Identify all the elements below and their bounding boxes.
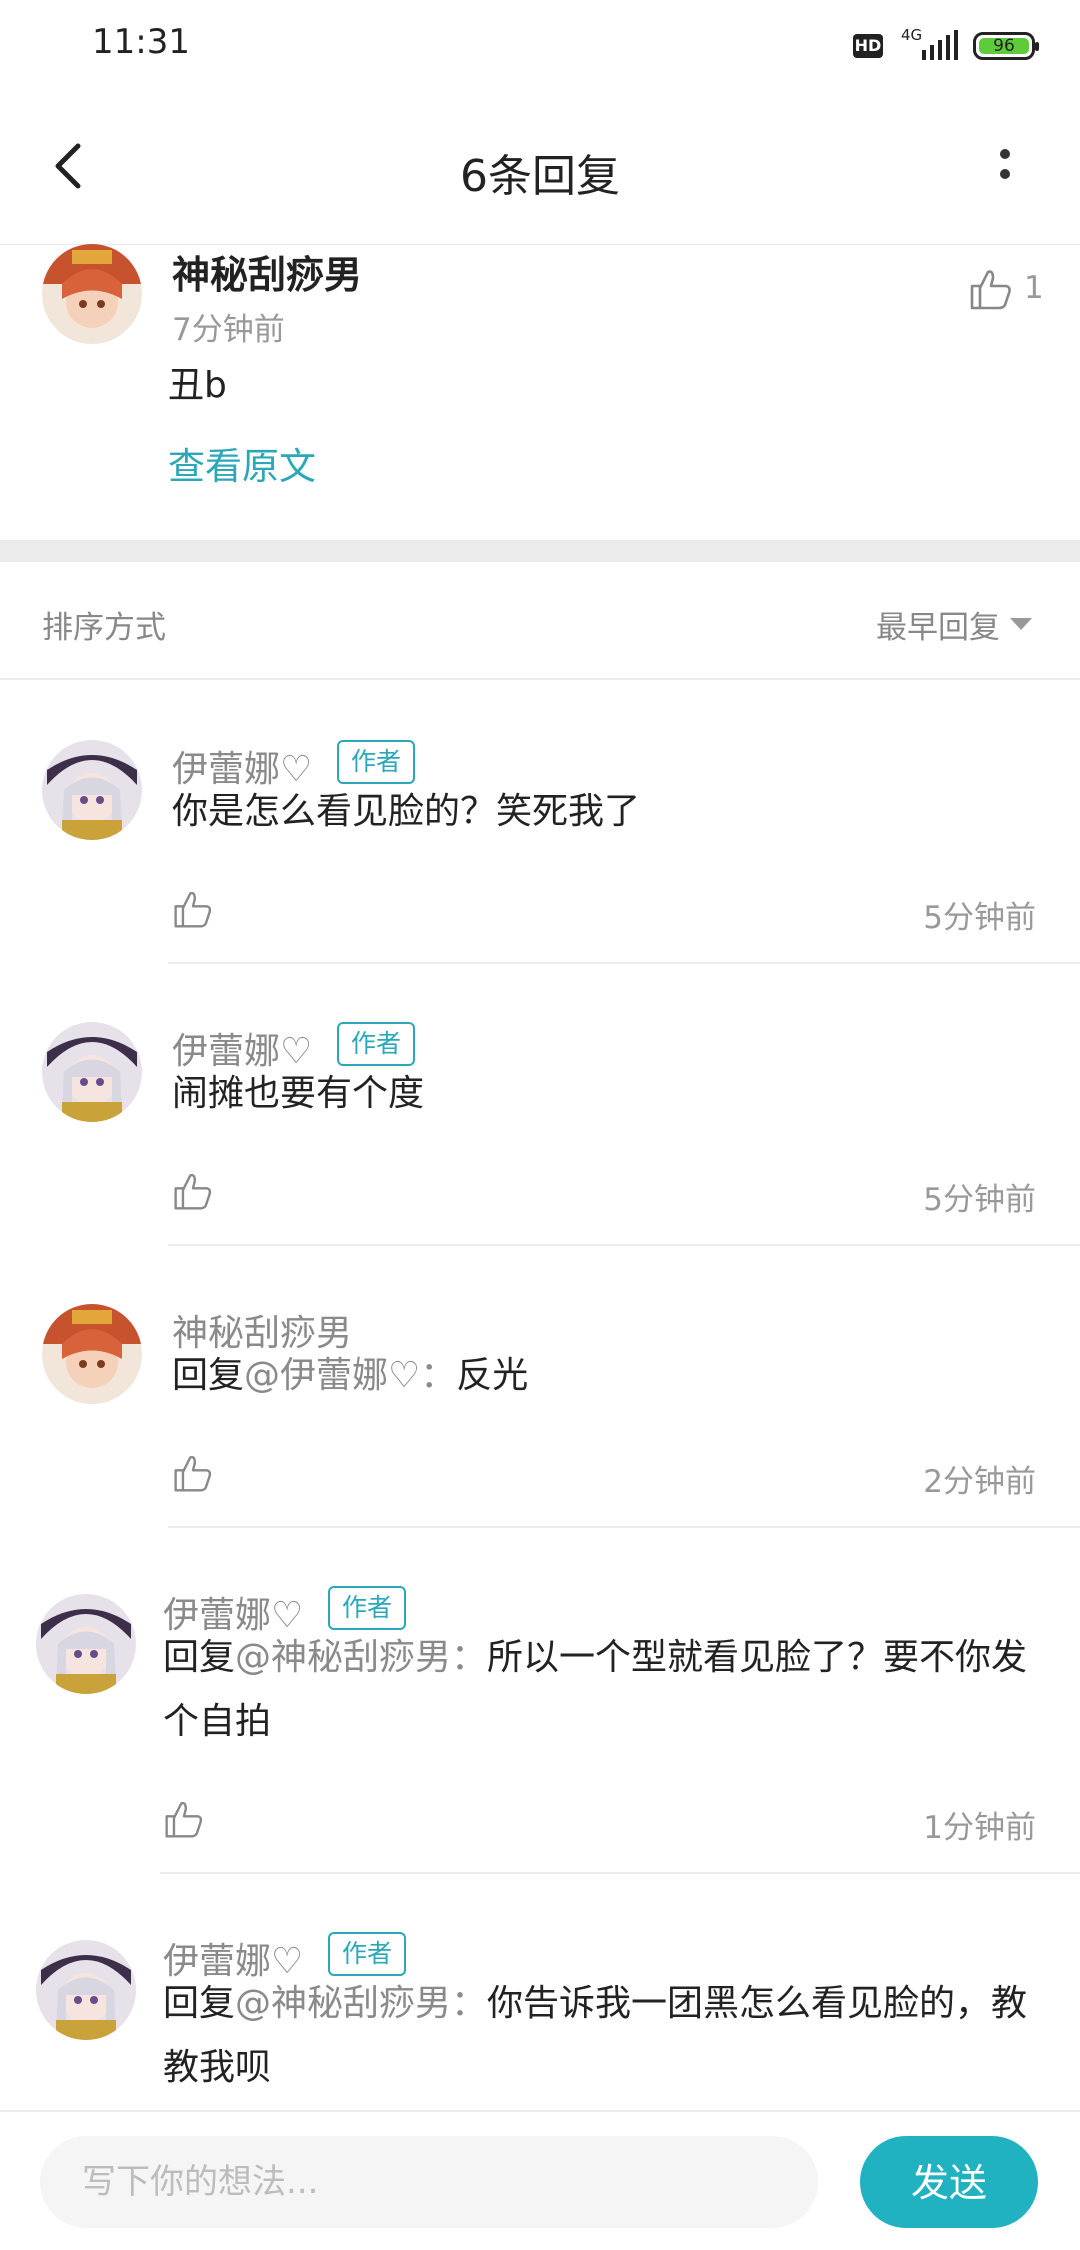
status-time: 11:31 xyxy=(92,22,190,62)
avatar-image-icon xyxy=(42,740,142,840)
hd-icon: HD xyxy=(853,34,883,58)
divider xyxy=(168,1244,1080,1246)
reply-mention[interactable]: @神秘刮痧男： xyxy=(235,1983,487,2024)
reply-time: 5分钟前 xyxy=(923,900,1036,936)
author-badge: 作者 xyxy=(328,1932,407,1976)
thumbs-up-icon[interactable] xyxy=(172,1452,214,1494)
view-original-link[interactable]: 查看原文 xyxy=(168,436,316,490)
battery-level: 96 xyxy=(979,38,1029,55)
status-bar: 11:31 HD 4G 96 xyxy=(0,0,1080,96)
reply-text: 回复@神秘刮痧男：你告诉我一团黑怎么看见脸的，教教我呗 xyxy=(163,1972,1043,2100)
thumbs-up-icon[interactable] xyxy=(172,888,214,930)
reply-time: 1分钟前 xyxy=(923,1810,1036,1846)
author-badge: 作者 xyxy=(328,1586,407,1630)
battery-icon: 96 xyxy=(973,32,1039,60)
list-item: 伊蕾娜♡ 作者 闹摊也要有个度 5分钟前 xyxy=(0,1022,1080,1246)
comment-author[interactable]: 神秘刮痧男 xyxy=(172,244,362,299)
reply-text: 你是怎么看见脸的？笑死我了 xyxy=(172,791,641,832)
reply-prefix: 回复 xyxy=(172,1355,245,1396)
avatar-image-icon xyxy=(42,1022,142,1122)
author-badge: 作者 xyxy=(337,740,416,784)
comment-input[interactable] xyxy=(40,2136,818,2228)
reply-time: 5分钟前 xyxy=(923,1182,1036,1218)
comment-input-bar: 发送 xyxy=(0,2110,1080,2250)
thumbs-up-icon[interactable] xyxy=(968,266,1014,312)
send-button[interactable]: 发送 xyxy=(860,2136,1038,2228)
original-comment: 神秘刮痧男 7分钟前 丑b 查看原文 1 xyxy=(0,244,1080,540)
reply-mention[interactable]: @伊蕾娜♡： xyxy=(244,1355,456,1396)
list-item: 伊蕾娜♡ 作者 回复@神秘刮痧男：所以一个型就看见脸了？要不你发个自拍 1分钟前 xyxy=(0,1586,1080,1876)
sort-dropdown[interactable]: 最早回复 xyxy=(876,602,1000,647)
divider xyxy=(168,1526,1080,1528)
reply-text: 闹摊也要有个度 xyxy=(172,1073,425,1114)
divider xyxy=(160,1872,1080,1874)
avatar[interactable] xyxy=(42,1022,142,1122)
avatar[interactable] xyxy=(42,740,142,840)
avatar[interactable] xyxy=(42,244,142,344)
avatar-image-icon xyxy=(42,244,142,344)
thumbs-up-icon[interactable] xyxy=(172,1170,214,1212)
author-badge: 作者 xyxy=(337,1022,416,1066)
list-item: 神秘刮痧男 回复@伊蕾娜♡：反光 2分钟前 xyxy=(0,1304,1080,1528)
like-count: 1 xyxy=(1024,270,1044,306)
avatar[interactable] xyxy=(36,1594,136,1694)
sort-label: 排序方式 xyxy=(42,610,166,646)
reply-mention[interactable]: @神秘刮痧男： xyxy=(235,1637,487,1678)
list-item: 伊蕾娜♡ 作者 你是怎么看见脸的？笑死我了 5分钟前 xyxy=(0,740,1080,964)
signal-icon xyxy=(922,30,958,60)
avatar-image-icon xyxy=(36,1940,136,2040)
caret-down-icon[interactable] xyxy=(1010,618,1032,630)
divider xyxy=(168,962,1080,964)
app-header: 6条回复 xyxy=(0,96,1080,245)
sort-bar: 排序方式 最早回复 xyxy=(0,562,1080,680)
reply-prefix: 回复 xyxy=(163,1983,236,2024)
page-title: 6条回复 xyxy=(460,151,620,202)
thumbs-up-icon[interactable] xyxy=(163,1798,205,1840)
avatar-image-icon xyxy=(36,1594,136,1694)
comment-time: 7分钟前 xyxy=(172,312,285,348)
reply-text: 回复@伊蕾娜♡：反光 xyxy=(172,1344,528,1408)
network-type: 4G xyxy=(901,26,923,44)
avatar[interactable] xyxy=(42,1304,142,1404)
reply-prefix: 回复 xyxy=(163,1637,236,1678)
section-divider xyxy=(0,540,1080,562)
more-vertical-icon[interactable] xyxy=(985,140,1025,200)
avatar[interactable] xyxy=(36,1940,136,2040)
list-item: 伊蕾娜♡ 作者 回复@神秘刮痧男：你告诉我一团黑怎么看见脸的，教教我呗 xyxy=(0,1932,1080,2112)
avatar-image-icon xyxy=(42,1304,142,1404)
reply-text: 回复@神秘刮痧男：所以一个型就看见脸了？要不你发个自拍 xyxy=(163,1626,1043,1754)
reply-body: 反光 xyxy=(456,1355,529,1396)
reply-time: 2分钟前 xyxy=(923,1464,1036,1500)
comment-text: 丑b xyxy=(168,365,227,406)
